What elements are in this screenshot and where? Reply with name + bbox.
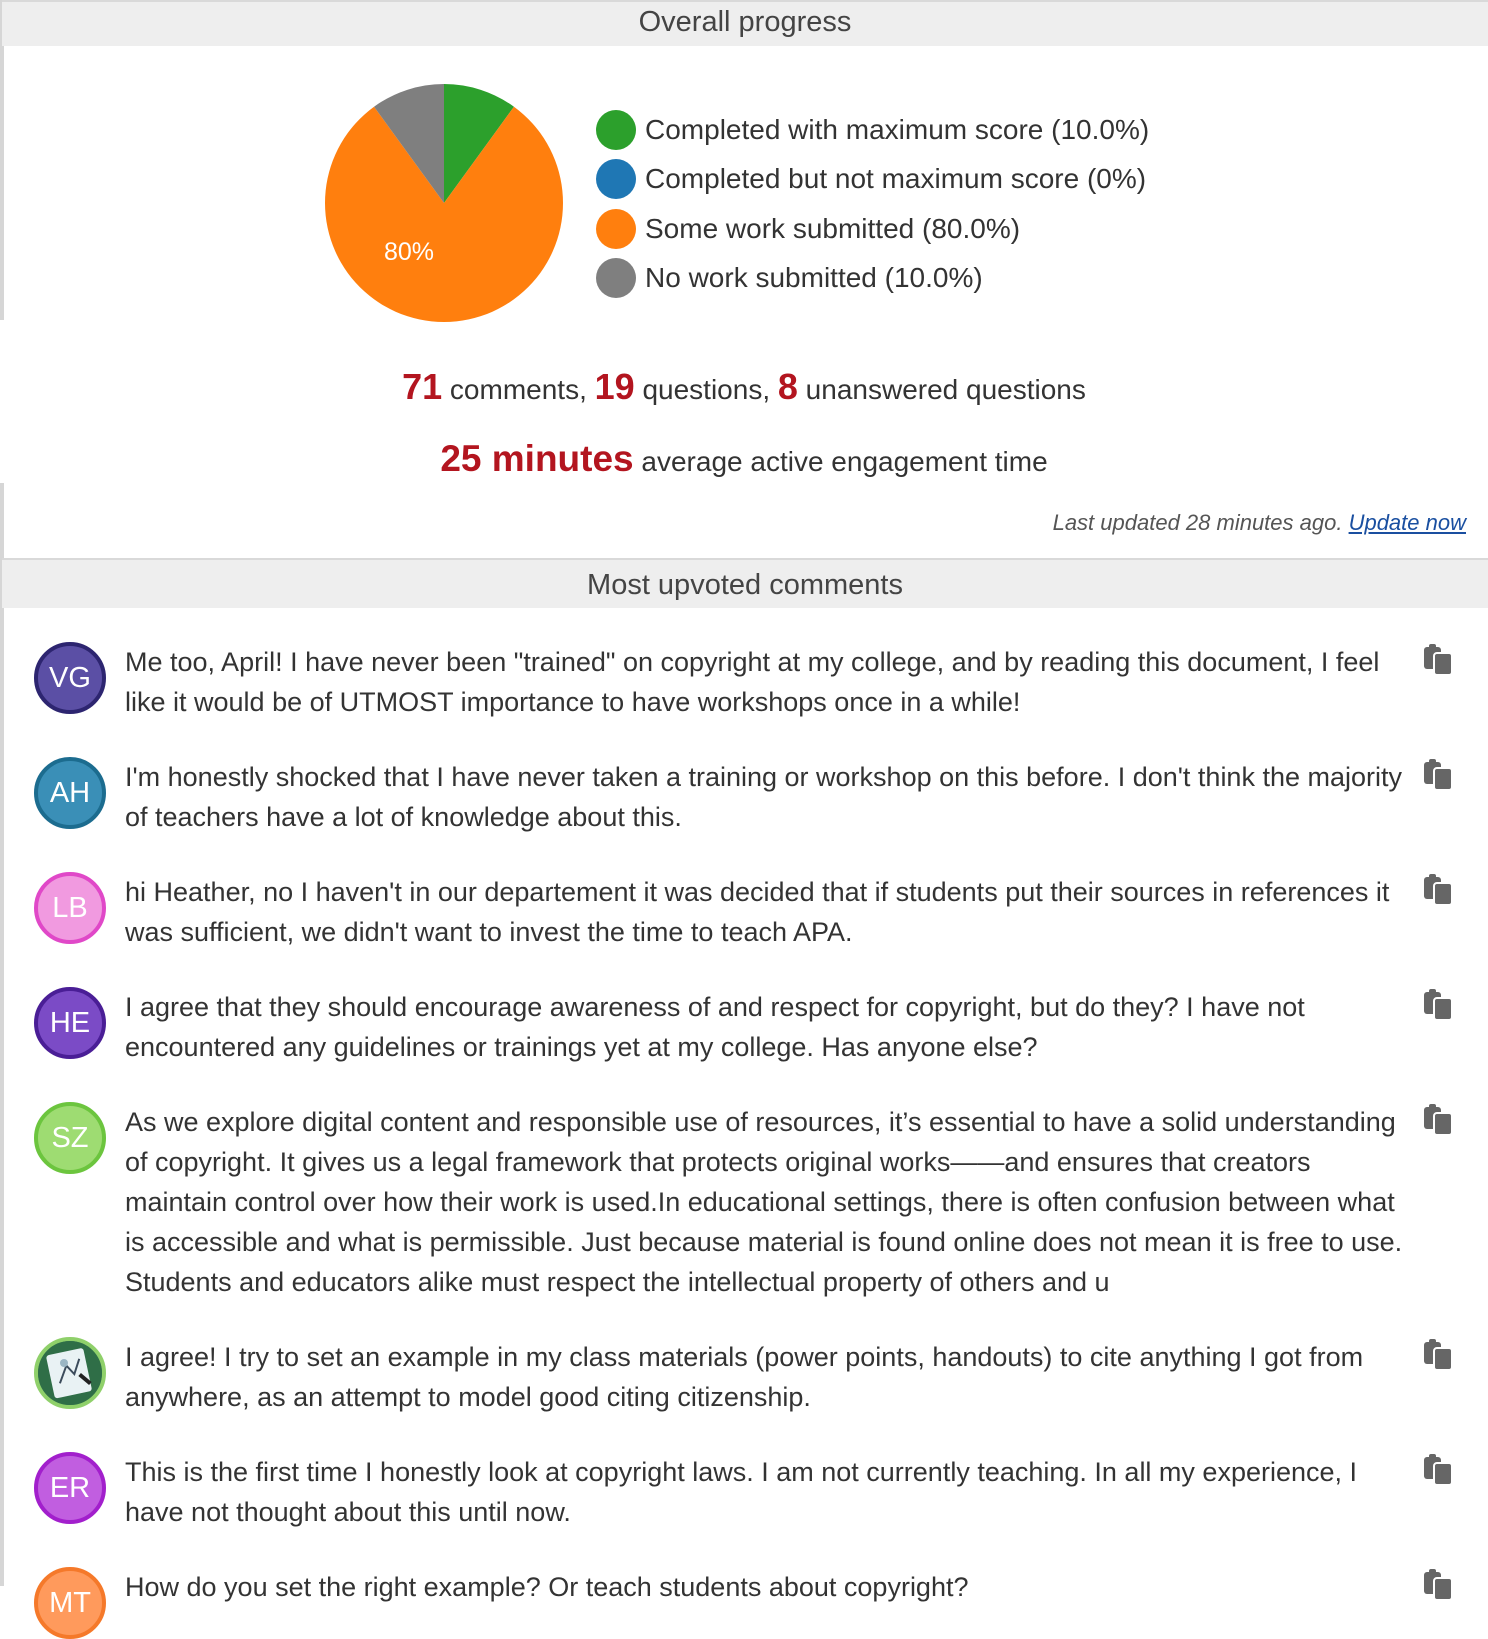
comment-item: VG Me too, April! I have never been "trai… [0,626,1488,722]
avatar[interactable]: MT [34,1567,106,1639]
comment-item: LB hi Heather, no I haven't in our depart… [0,856,1488,952]
pie-slice-label: 80% [384,238,434,266]
legend-item: Some work submitted (80.0%) [596,204,1149,254]
comments-label: comments, [442,374,595,405]
avatar-image [38,1341,102,1405]
comment-text: I agree that they should encourage aware… [125,992,1305,1062]
last-updated-text: Last updated 28 minutes ago. [1052,510,1349,535]
copy-icon[interactable] [1423,759,1453,791]
comment-text: This is the first time I honestly look a… [125,1457,1358,1527]
copy-icon[interactable] [1423,1569,1453,1601]
most-upvoted-header: Most upvoted comments [2,558,1488,608]
legend-label: Completed with maximum score (10.0%) [645,113,1150,145]
legend-label: Some work submitted (80.0%) [645,212,1021,244]
comment-counts: 71 comments, 19 questions, 8 unanswered … [0,366,1488,408]
legend-label: Completed but not maximum score (0%) [645,163,1147,195]
last-updated: Last updated 28 minutes ago. Update now [1053,510,1466,536]
comment-text: As we explore digital content and respon… [125,1107,1403,1297]
comment-text: Me too, April! I have never been "traine… [125,647,1380,717]
progress-pie-chart: 80% [325,84,563,323]
avatar[interactable]: LB [34,872,106,944]
copy-icon[interactable] [1423,1104,1453,1136]
comment-item: MT How do you set the right example? Or t… [0,1551,1488,1639]
copy-icon[interactable] [1423,874,1453,906]
legend-swatch [596,109,636,150]
legend-swatch [596,159,636,200]
comment-text: I agree! I try to set an example in my c… [125,1342,1364,1412]
comment-item: HE I agree that they should encourage awa… [0,971,1488,1067]
avatar[interactable]: VG [34,642,106,714]
pie-legend: Completed with maximum score (10.0%) Comp… [596,105,1149,303]
copy-icon[interactable] [1423,644,1453,676]
comments-count: 71 [402,366,443,407]
legend-item: No work submitted (10.0%) [596,254,1149,304]
questions-count: 19 [594,366,635,407]
legend-label: No work submitted (10.0%) [645,262,983,294]
copy-icon[interactable] [1423,1339,1453,1371]
legend-swatch [596,208,636,249]
left-border-top [0,0,4,320]
avatar[interactable]: AH [34,757,106,829]
comment-text: I'm honestly shocked that I have never t… [125,762,1403,832]
comment-item: AH I'm honestly shocked that I have never… [0,741,1488,837]
comment-item: SZ As we explore digital content and resp… [0,1086,1488,1302]
comment-text: How do you set the right example? Or tea… [125,1572,969,1602]
engagement-value: 25 minutes [440,438,634,479]
comment-text: hi Heather, no I haven't in our departem… [125,877,1390,947]
unanswered-count: 8 [777,366,798,407]
copy-icon[interactable] [1423,989,1453,1021]
legend-item: Completed with maximum score (10.0%) [596,105,1149,155]
comment-item: I agree! I try to set an example in my c… [0,1321,1488,1417]
avatar[interactable]: HE [34,987,106,1059]
questions-label: questions, [634,374,778,405]
copy-icon[interactable] [1423,1454,1453,1486]
unanswered-label: unanswered questions [797,374,1086,405]
avatar[interactable]: SZ [34,1102,106,1174]
legend-item: Completed but not maximum score (0%) [596,155,1149,205]
update-now-link[interactable]: Update now [1349,510,1466,535]
engagement-label: average active engagement time [633,446,1048,477]
avatar[interactable] [34,1337,106,1409]
avatar[interactable]: ER [34,1452,106,1524]
legend-swatch [596,258,636,299]
comment-item: ER This is the first time I honestly look… [0,1436,1488,1532]
overall-progress-header: Overall progress [2,0,1488,46]
engagement-time: 25 minutes average active engagement tim… [0,438,1488,480]
comment-list: VG Me too, April! I have never been "trai… [0,626,1488,1639]
